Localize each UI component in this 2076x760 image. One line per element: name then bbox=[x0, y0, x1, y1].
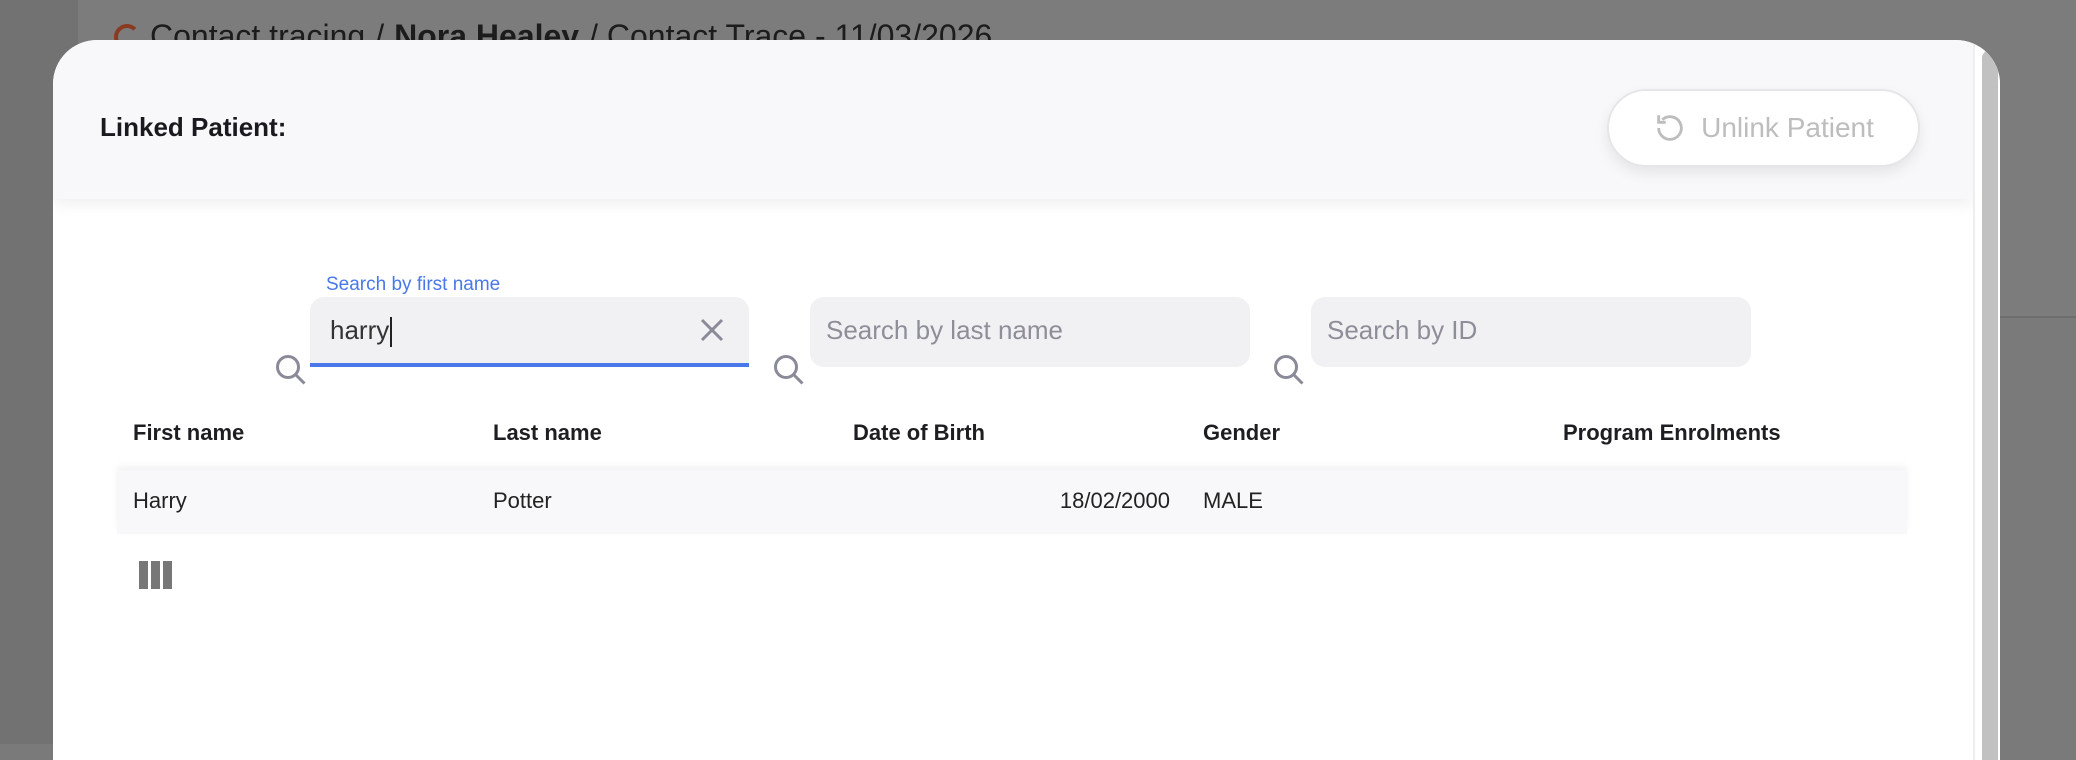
first-name-label: Search by first name bbox=[326, 274, 501, 295]
modal-title: Linked Patient: bbox=[100, 112, 287, 142]
last-name-search-input[interactable]: Search by last name bbox=[810, 297, 1250, 367]
header-program-enrolments[interactable]: Program Enrolments bbox=[1563, 420, 1781, 446]
first-name-search-input[interactable]: harry bbox=[310, 297, 749, 367]
cell-last-name: Potter bbox=[493, 488, 552, 513]
clear-icon[interactable] bbox=[697, 315, 727, 345]
id-search-input[interactable]: Search by ID bbox=[1311, 297, 1751, 367]
header-date-of-birth[interactable]: Date of Birth bbox=[853, 420, 985, 446]
header-last-name[interactable]: Last name bbox=[493, 420, 602, 446]
header-first-name[interactable]: First name bbox=[133, 420, 244, 446]
cell-gender: MALE bbox=[1203, 488, 1263, 513]
unlink-patient-label: Unlink Patient bbox=[1701, 112, 1874, 143]
search-icon bbox=[774, 355, 804, 385]
text-cursor bbox=[390, 317, 393, 348]
search-icon bbox=[1274, 355, 1304, 385]
header-gender[interactable]: Gender bbox=[1203, 420, 1280, 446]
scrollbar-thumb[interactable] bbox=[1982, 50, 1998, 760]
cell-date-of-birth: 18/02/2000 bbox=[1059, 488, 1170, 513]
first-name-value: harry bbox=[330, 315, 390, 345]
undo-icon bbox=[1657, 115, 1683, 141]
scrollbar[interactable] bbox=[1973, 40, 2000, 760]
unlink-patient-button[interactable]: Unlink Patient bbox=[1607, 89, 1920, 167]
modal-header: Linked Patient: Unlink Patient bbox=[53, 40, 1973, 199]
link-patient-modal: Linked Patient: Unlink Patient Search by… bbox=[53, 40, 2000, 760]
columns-icon[interactable] bbox=[139, 561, 172, 589]
cell-first-name: Harry bbox=[133, 488, 187, 513]
search-icon bbox=[276, 355, 306, 385]
